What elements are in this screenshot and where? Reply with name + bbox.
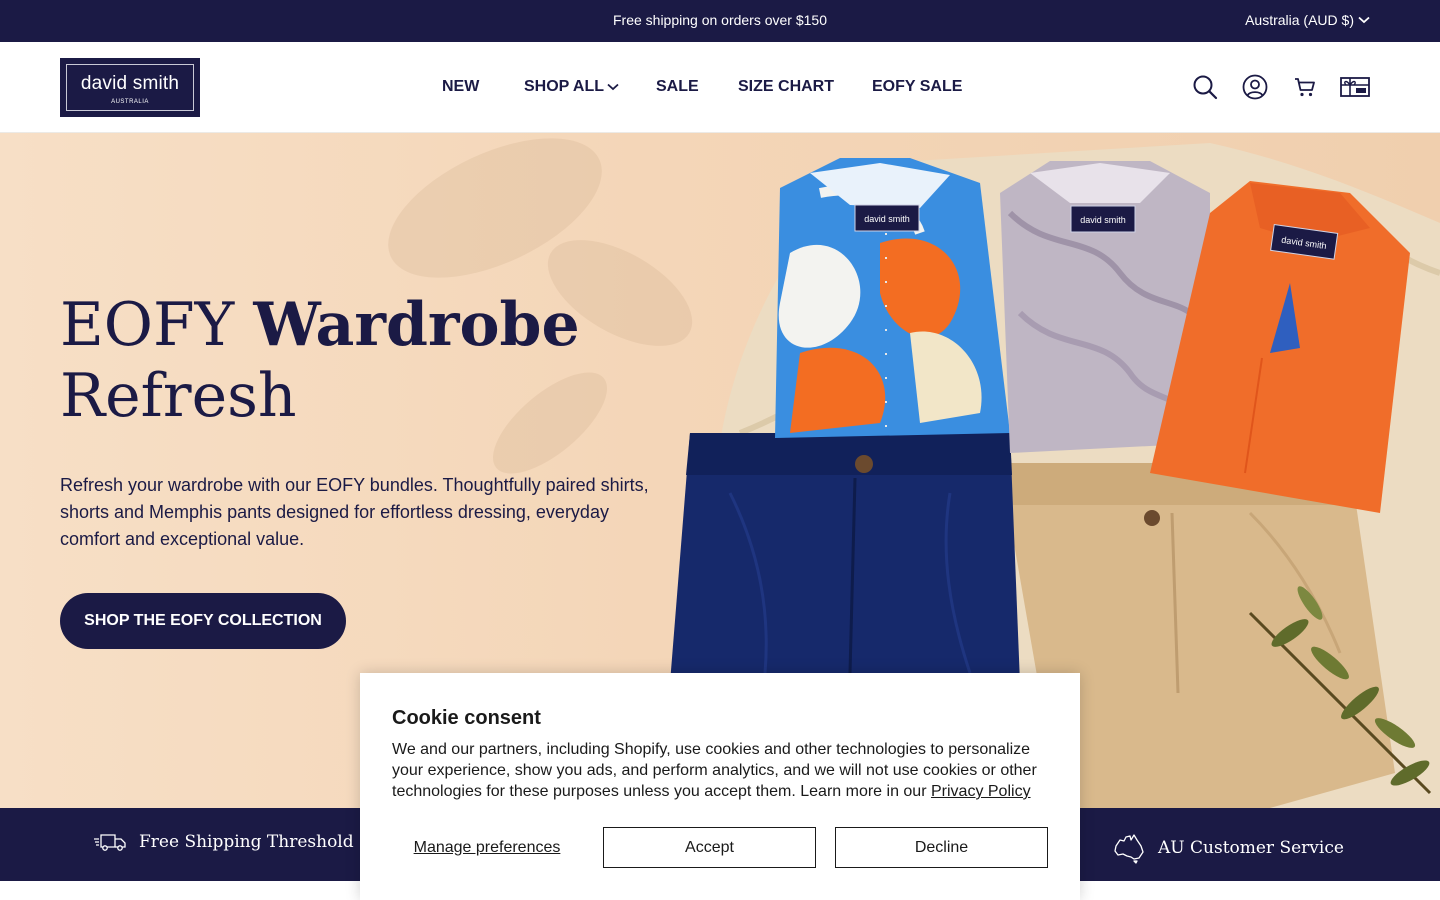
cart-button[interactable] [1292,73,1318,101]
cookie-body: We and our partners, including Shopify, … [392,741,1037,800]
announcement-bar: Free shipping on orders over $150 Austra… [0,0,1440,42]
cookie-consent-dialog: Cookie consent We and our partners, incl… [360,673,1080,900]
gift-card-button[interactable] [1339,73,1371,101]
decline-button[interactable]: Decline [835,827,1048,868]
accept-button[interactable]: Accept [603,827,816,868]
account-icon [1242,74,1268,100]
site-header: david smith AUSTRALIA NEW SHOP ALL SALE … [0,42,1440,133]
shirt-label: david smith [864,214,910,224]
shirt-label: david smith [1080,215,1126,225]
search-icon [1193,75,1218,100]
account-button[interactable] [1241,73,1269,101]
cookie-title: Cookie consent [392,707,541,729]
delivery-truck-icon [94,834,126,851]
gift-card-icon [1340,77,1370,97]
country-selector[interactable]: Australia (AUD $) [1245,12,1370,28]
feature-free-shipping: Free Shipping Threshold [93,832,354,852]
australia-map-icon [1114,834,1144,864]
shop-eofy-collection-button[interactable]: SHOP THE EOFY COLLECTION [60,593,346,649]
manage-preferences-button[interactable]: Manage preferences [392,827,582,868]
hero-description: Refresh your wardrobe with our EOFY bund… [60,475,649,549]
search-button[interactable] [1191,73,1219,101]
cart-icon [1295,78,1315,97]
chevron-down-icon [1358,16,1370,24]
feature-au-customer-service: AU Customer Service [1112,832,1344,864]
shipping-message: Free shipping on orders over $150 [612,12,828,28]
privacy-policy-link[interactable]: Privacy Policy [931,783,1031,800]
country-label: Australia (AUD $) [1245,12,1354,28]
hero-title: EOFY Wardrobe Refresh [60,290,580,431]
header-icons [0,73,1440,103]
